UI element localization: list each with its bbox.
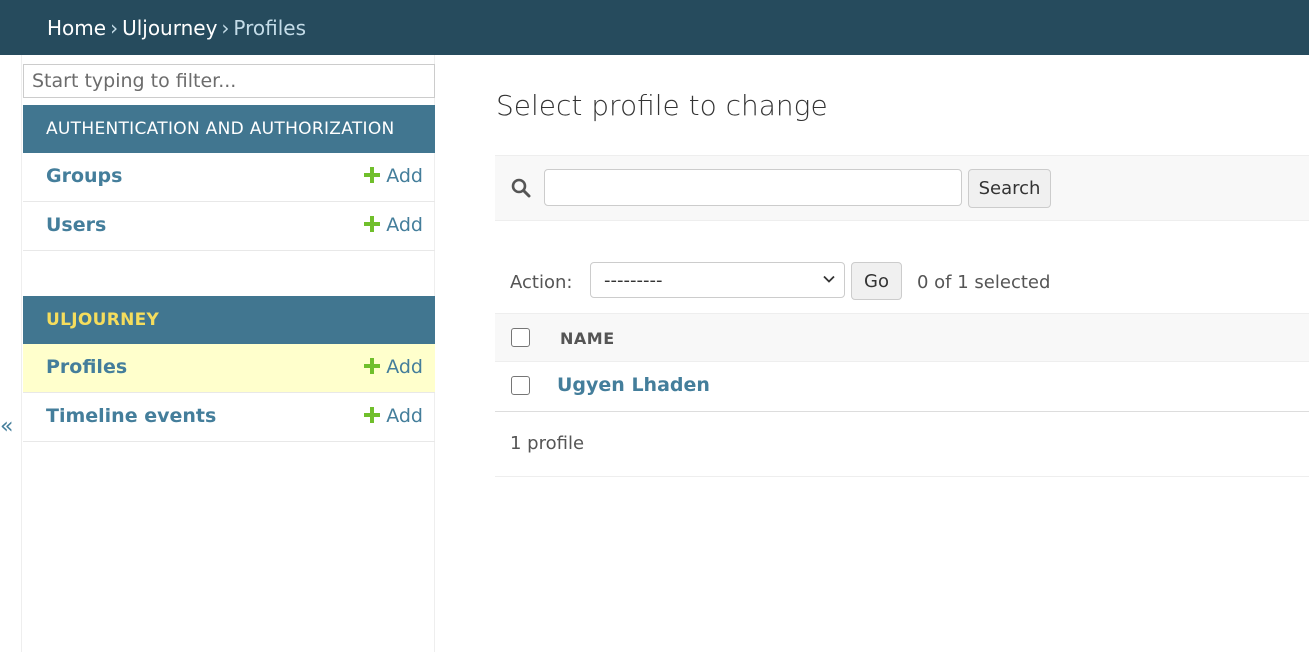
table-header: NAME: [495, 313, 1309, 362]
plus-icon: [364, 216, 381, 232]
search-toolbar: Search: [495, 155, 1309, 221]
plus-icon: [364, 407, 381, 423]
sidebar-item-groups-link[interactable]: Groups: [46, 163, 122, 189]
sidebar-item-groups: Groups Add: [23, 153, 435, 202]
breadcrumb-separator: ›: [110, 16, 119, 40]
action-select[interactable]: ---------: [590, 262, 845, 298]
breadcrumb: Home › Uljourney › Profiles: [47, 14, 306, 42]
add-users-link[interactable]: Add: [364, 212, 423, 238]
row-checkbox[interactable]: [511, 376, 530, 395]
sidebar-collapse-toggle[interactable]: «: [0, 413, 13, 441]
add-profiles-link[interactable]: Add: [364, 354, 423, 380]
add-label: Add: [386, 405, 423, 427]
actions-bar: Action: --------- Go 0 of 1 selected: [495, 260, 1309, 310]
breadcrumb-home-link[interactable]: Home: [47, 16, 106, 40]
search-button[interactable]: Search: [968, 169, 1051, 208]
sidebar-item-timeline-events: Timeline events Add: [23, 393, 435, 442]
chevron-down-icon: [823, 275, 835, 283]
sidebar-item-timeline-events-link[interactable]: Timeline events: [46, 403, 216, 429]
row-name-link[interactable]: Ugyen Lhaden: [557, 374, 710, 396]
sidebar-filter-input[interactable]: [23, 64, 435, 98]
header-bar: Home › Uljourney › Profiles: [0, 0, 1309, 55]
add-label: Add: [386, 214, 423, 236]
sidebar-item-users: Users Add: [23, 202, 435, 251]
add-timeline-events-link[interactable]: Add: [364, 403, 423, 429]
sidebar-item-profiles: Profiles Add: [23, 344, 435, 393]
table-row: Ugyen Lhaden: [495, 362, 1309, 412]
sidebar-item-users-link[interactable]: Users: [46, 212, 106, 238]
action-select-value: ---------: [604, 270, 663, 291]
breadcrumb-separator: ›: [221, 16, 230, 40]
add-label: Add: [386, 356, 423, 378]
breadcrumb-current: Profiles: [233, 16, 307, 40]
search-input[interactable]: [544, 169, 962, 206]
add-label: Add: [386, 165, 423, 187]
plus-icon: [364, 167, 381, 183]
search-icon: [511, 178, 531, 198]
sidebar-item-profiles-link[interactable]: Profiles: [46, 354, 127, 380]
page-title: Select profile to change: [496, 89, 828, 122]
paginator: 1 profile: [495, 413, 1309, 477]
plus-icon: [364, 358, 381, 374]
go-button[interactable]: Go: [851, 262, 902, 300]
breadcrumb-app-link[interactable]: Uljourney: [122, 16, 217, 40]
column-header-name[interactable]: NAME: [560, 329, 615, 348]
module-caption-auth[interactable]: AUTHENTICATION AND AUTHORIZATION: [23, 105, 435, 153]
result-count: 1 profile: [510, 433, 585, 454]
sidebar-nav: AUTHENTICATION AND AUTHORIZATION Groups …: [21, 55, 435, 652]
action-label: Action:: [510, 272, 573, 293]
selection-count: 0 of 1 selected: [917, 272, 1051, 293]
select-all-checkbox[interactable]: [511, 328, 530, 347]
add-groups-link[interactable]: Add: [364, 163, 423, 189]
module-caption-uljourney[interactable]: ULJOURNEY: [23, 296, 435, 344]
